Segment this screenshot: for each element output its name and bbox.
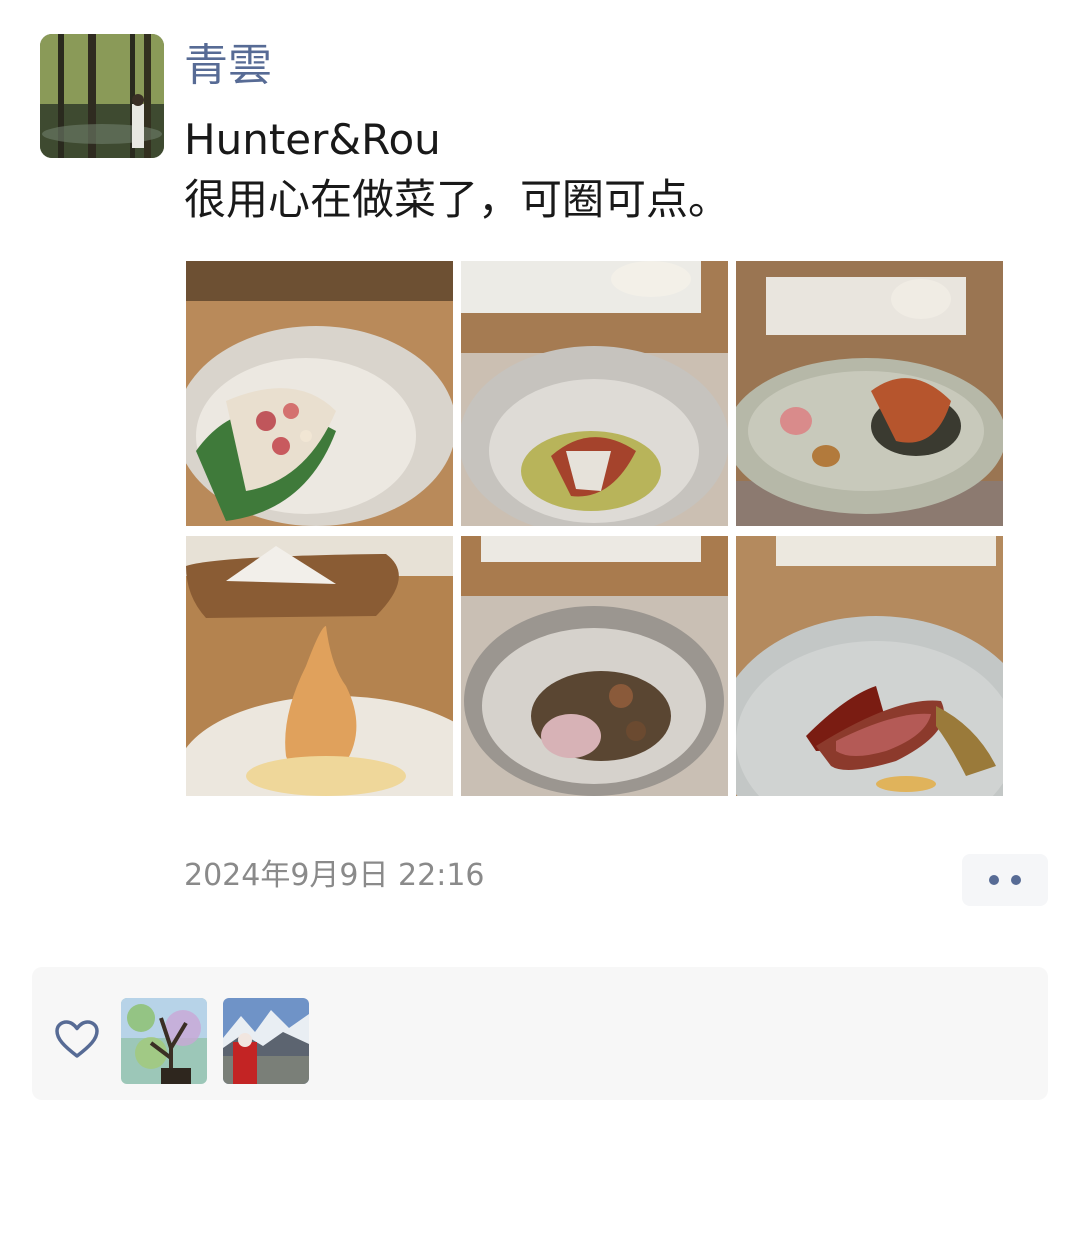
photo-1[interactable] xyxy=(186,261,453,526)
liker-avatar-1[interactable] xyxy=(121,998,207,1084)
liker-avatar-2[interactable] xyxy=(223,998,309,1084)
heart-icon xyxy=(55,1020,99,1058)
post-text-line: 很用心在做菜了，可圈可点。 xyxy=(184,175,731,224)
photo-3[interactable] xyxy=(736,261,1003,526)
photo-2[interactable] xyxy=(461,261,728,526)
photo-5[interactable] xyxy=(461,536,728,801)
photo-grid xyxy=(186,261,1003,796)
likes-panel xyxy=(32,967,1048,1100)
forest-avatar-image xyxy=(40,34,164,158)
more-dot-icon xyxy=(989,875,999,885)
post-timestamp: 2024年9月9日 22:16 xyxy=(184,858,485,893)
photo-6[interactable] xyxy=(736,536,1003,801)
post-text: Hunter&Rou 很用心在做菜了，可圈可点。 xyxy=(184,110,1044,230)
more-dot-icon xyxy=(1011,875,1021,885)
more-actions-button[interactable] xyxy=(962,854,1048,906)
post-text-line: Hunter&Rou xyxy=(184,115,441,164)
photo-4[interactable] xyxy=(186,536,453,801)
author-name[interactable]: 青雲 xyxy=(184,36,272,96)
author-avatar[interactable] xyxy=(40,34,164,158)
